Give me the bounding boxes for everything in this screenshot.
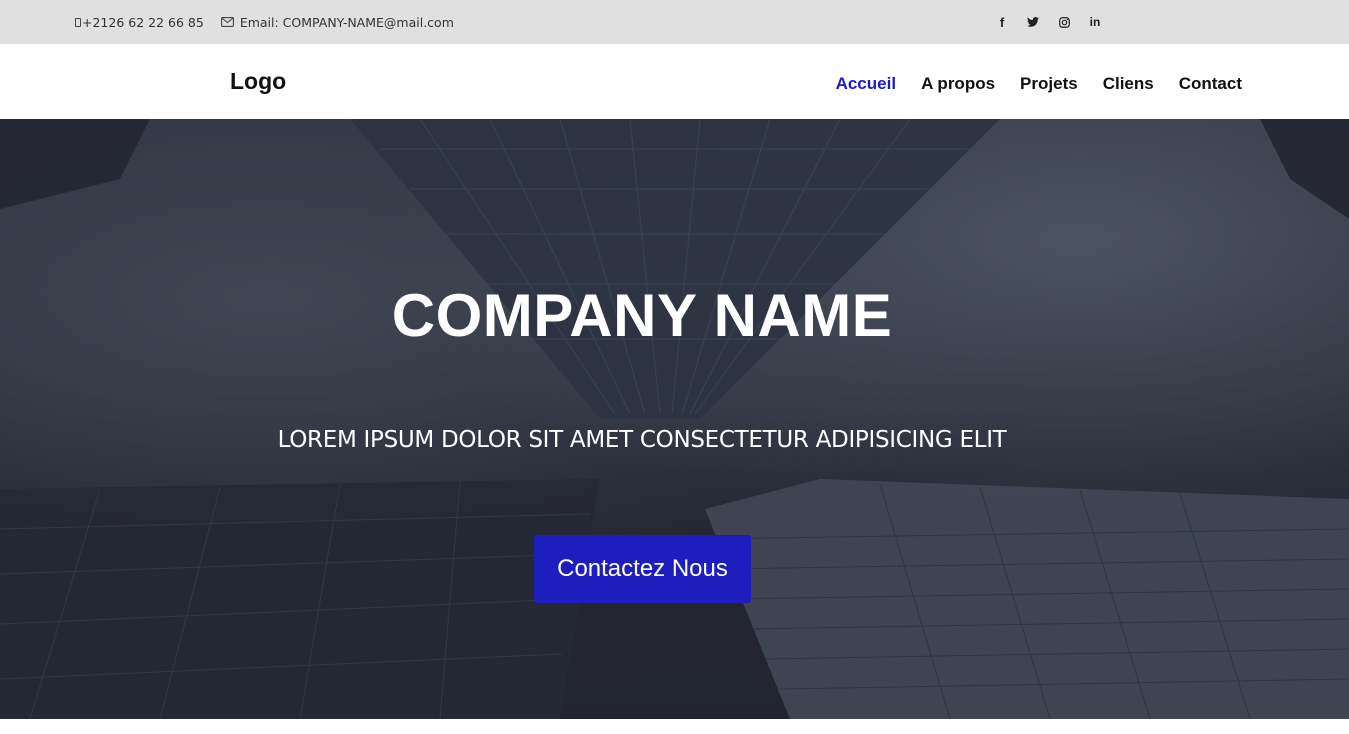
social-links: f in <box>992 0 1116 44</box>
site-logo[interactable]: Logo <box>230 68 286 95</box>
email-info: Email: COMPANY-NAME@mail.com <box>220 14 454 30</box>
nav-item-contact: Contact <box>1179 74 1242 94</box>
contact-us-button[interactable]: Contactez Nous <box>534 535 751 603</box>
phone-info: +2126 62 22 66 85 <box>75 15 204 30</box>
facebook-icon[interactable]: f <box>992 12 1012 32</box>
nav-item-accueil: Accueil <box>836 74 896 94</box>
email-address: Email: COMPANY-NAME@mail.com <box>239 14 454 30</box>
hero-dark-overlay <box>0 119 1349 719</box>
hero-subtitle: LOREM IPSUM DOLOR SIT AMET CONSECTETUR A… <box>277 427 1007 453</box>
phone-number: +2126 62 22 66 85 <box>82 14 204 30</box>
nav-link-accueil[interactable]: Accueil <box>836 74 896 93</box>
instagram-icon[interactable] <box>1054 12 1074 32</box>
nav-link-a-propos[interactable]: A propos <box>921 74 995 93</box>
hero-title: COMPANY NAME <box>391 282 893 349</box>
envelope-icon <box>220 17 234 27</box>
nav-menu: Accueil A propos Projets Cliens Contact <box>811 44 1242 124</box>
nav-link-projets[interactable]: Projets <box>1020 74 1078 93</box>
nav-item-cliens: Cliens <box>1103 74 1154 94</box>
contact-info: +2126 62 22 66 85 Email: COMPANY-NAME@ma… <box>75 0 454 44</box>
top-bar: +2126 62 22 66 85 Email: COMPANY-NAME@ma… <box>0 0 1349 44</box>
nav-item-projets: Projets <box>1020 74 1078 94</box>
twitter-icon[interactable] <box>1023 12 1043 32</box>
linkedin-icon[interactable]: in <box>1085 12 1105 32</box>
phone-icon <box>75 17 81 27</box>
nav-link-cliens[interactable]: Cliens <box>1103 74 1154 93</box>
main-navbar: Logo Accueil A propos Projets Cliens Con… <box>0 44 1349 119</box>
hero-section: COMPANY NAME LOREM IPSUM DOLOR SIT AMET … <box>0 119 1349 719</box>
nav-link-contact[interactable]: Contact <box>1179 74 1242 93</box>
nav-item-a-propos: A propos <box>921 74 995 94</box>
